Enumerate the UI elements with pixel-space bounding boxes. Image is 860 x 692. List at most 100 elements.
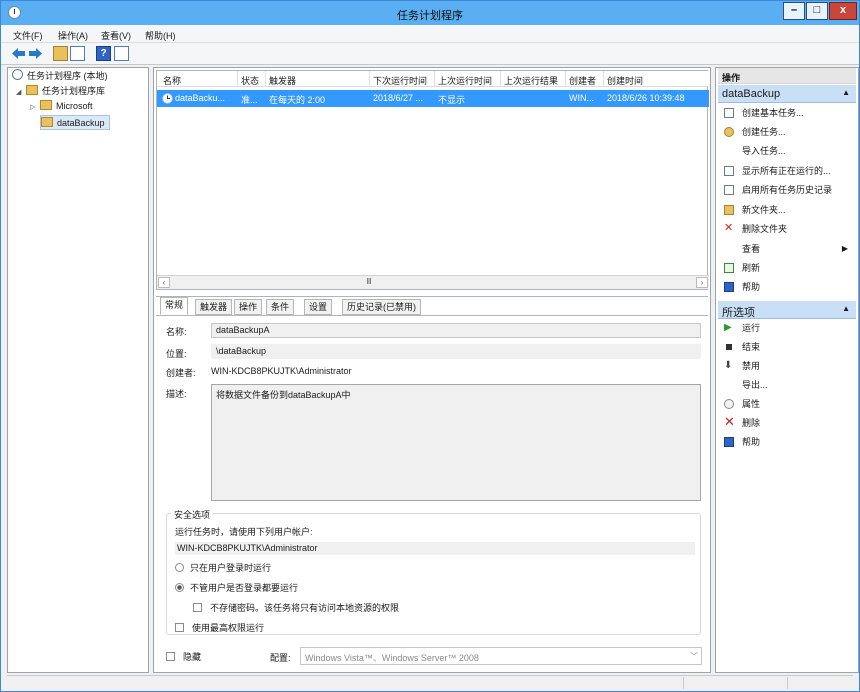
column-separator [237, 71, 238, 87]
title-bar[interactable]: 任务计划程序 – □ x [1, 1, 859, 25]
checkbox[interactable] [175, 623, 184, 632]
delete-icon: ✕ [724, 222, 734, 234]
create-task-icon [724, 127, 734, 137]
close-button[interactable]: x [829, 2, 857, 20]
forward-arrow-icon[interactable] [28, 46, 43, 61]
column-separator [603, 71, 604, 87]
folder-icon [41, 117, 53, 127]
action-view[interactable]: 查看 ▶ [718, 241, 856, 257]
action-disable[interactable]: ⬇ 禁用 [718, 358, 856, 374]
folder-icon [26, 85, 38, 95]
action-import-task[interactable]: 导入任务... [718, 143, 856, 159]
scroll-grip[interactable]: Ⅲ [363, 277, 375, 288]
tab-general[interactable]: 常规 [160, 297, 189, 315]
tab-settings[interactable]: 设置 [304, 299, 333, 315]
column-separator [434, 71, 435, 87]
task-clock-icon [162, 93, 173, 104]
action-create-task[interactable]: 创建任务... [718, 124, 856, 140]
column-next-run[interactable]: 下次运行时间 [373, 74, 427, 87]
tab-actions[interactable]: 操作 [234, 299, 263, 315]
menu-action[interactable]: 操作(A) [58, 29, 88, 42]
action-run[interactable]: ▶ 运行 [718, 320, 856, 336]
task-author: WIN... [569, 93, 594, 103]
chevron-down-icon[interactable]: ◢ [16, 85, 26, 100]
tree-item-databackup[interactable]: dataBackup [40, 115, 110, 130]
menu-help[interactable]: 帮助(H) [145, 29, 176, 42]
actions-section-selected[interactable]: 所选项 ▲ [718, 301, 856, 319]
column-trigger[interactable]: 触发器 [269, 74, 296, 87]
task-created: 2018/6/26 10:39:48 [607, 93, 685, 103]
task-last-run: 不显示 [438, 95, 466, 105]
show-action-pane-icon[interactable] [114, 46, 129, 61]
run-whether-logged-on-option[interactable]: 不管用户是否登录都要运行 [175, 581, 298, 594]
back-arrow-icon[interactable] [11, 46, 26, 61]
disable-arrow-down-icon: ⬇ [724, 360, 733, 371]
table-row[interactable]: dataBacku... 准... 在每天的 2:00 2018/6/27 ..… [157, 90, 709, 107]
run-highest-privileges-option[interactable]: 使用最高权限运行 [175, 621, 264, 634]
delete-icon: ✕ [724, 414, 735, 429]
name-label: 名称: [166, 327, 187, 337]
show-hide-tree-icon[interactable] [70, 46, 85, 61]
menu-view[interactable]: 查看(V) [101, 29, 131, 42]
action-create-basic-task[interactable]: 创建基本任务... [718, 105, 856, 121]
description-field[interactable]: 将数据文件备份到dataBackupA中 [211, 384, 701, 501]
action-enable-history[interactable]: 启用所有任务历史记录 [718, 182, 856, 198]
tree-item-library[interactable]: ◢ 任务计划程序库 [16, 84, 105, 99]
chevron-down-icon[interactable]: ﹀ [690, 651, 698, 662]
help-icon[interactable]: ? [96, 46, 111, 61]
tab-triggers[interactable]: 触发器 [195, 299, 233, 315]
collapse-icon[interactable]: ▲ [842, 88, 850, 97]
collapse-icon[interactable]: ▲ [842, 304, 850, 313]
properties-icon [724, 399, 734, 409]
column-author[interactable]: 创建者 [569, 74, 596, 87]
action-export[interactable]: 导出... [718, 377, 856, 393]
radio-button[interactable] [175, 563, 184, 572]
description-label: 描述: [166, 389, 187, 399]
action-properties[interactable]: 属性 [718, 396, 856, 412]
do-not-store-password-option[interactable]: 不存储密码。该任务将只有访问本地资源的权限 [193, 601, 399, 614]
column-created[interactable]: 创建时间 [607, 74, 643, 87]
window-title: 任务计划程序 [397, 10, 463, 22]
minimize-button[interactable]: – [783, 2, 805, 20]
checkbox[interactable] [193, 603, 202, 612]
maximize-button[interactable]: □ [806, 2, 828, 20]
scroll-right-icon[interactable]: › [696, 277, 708, 288]
menu-file[interactable]: 文件(F) [13, 29, 43, 42]
tab-history[interactable]: 历史记录(已禁用) [342, 299, 421, 315]
actions-section-databackup[interactable]: dataBackup ▲ [718, 85, 856, 103]
column-last-run[interactable]: 上次运行时间 [438, 74, 492, 87]
run-icon: ▶ [724, 322, 732, 333]
action-new-folder[interactable]: 新文件夹... [718, 202, 856, 218]
actions-pane: 操作 dataBackup ▲ 创建基本任务... 创建任务... 导入任务...… [715, 67, 859, 673]
up-folder-icon[interactable] [53, 46, 68, 61]
action-display-running[interactable]: 显示所有正在运行的... [718, 163, 856, 179]
checkbox[interactable] [166, 652, 175, 661]
action-delete-folder[interactable]: ✕ 删除文件夹 [718, 221, 856, 237]
task-trigger: 在每天的 2:00 [269, 95, 326, 105]
column-name[interactable]: 名称 [163, 74, 181, 87]
action-end[interactable]: 结束 [718, 339, 856, 355]
run-when-logged-on-option[interactable]: 只在用户登录时运行 [175, 561, 271, 574]
tree-item-root[interactable]: 任务计划程序 (本地) [12, 69, 108, 84]
configure-select[interactable]: Windows Vista™、Windows Server™ 2008 ﹀ [300, 647, 702, 665]
hidden-option[interactable]: 隐藏 [166, 650, 201, 663]
radio-button-selected[interactable] [175, 583, 184, 592]
column-last-result[interactable]: 上次运行结果 [504, 74, 558, 87]
tab-conditions[interactable]: 条件 [266, 299, 295, 315]
tree-item-microsoft[interactable]: ▷ Microsoft [30, 99, 93, 114]
horizontal-scrollbar[interactable]: ‹ Ⅲ › [157, 275, 709, 289]
column-status[interactable]: 状态 [241, 74, 259, 87]
chevron-right-icon[interactable]: ▷ [30, 100, 40, 115]
folder-icon [40, 100, 52, 110]
name-field[interactable]: dataBackupA [211, 323, 701, 338]
action-help-selected[interactable]: 帮助 [718, 434, 856, 450]
history-icon [724, 185, 734, 195]
general-tab-panel: 名称: dataBackupA 位置: \dataBackup 创建者: WIN… [156, 315, 708, 671]
status-segment [787, 677, 853, 689]
location-value: \dataBackup [211, 344, 701, 359]
action-delete[interactable]: ✕ 删除 [718, 415, 856, 431]
scroll-left-icon[interactable]: ‹ [158, 277, 170, 288]
action-refresh[interactable]: 刷新 [718, 260, 856, 276]
create-basic-task-icon [724, 108, 734, 118]
action-help[interactable]: 帮助 [718, 279, 856, 295]
